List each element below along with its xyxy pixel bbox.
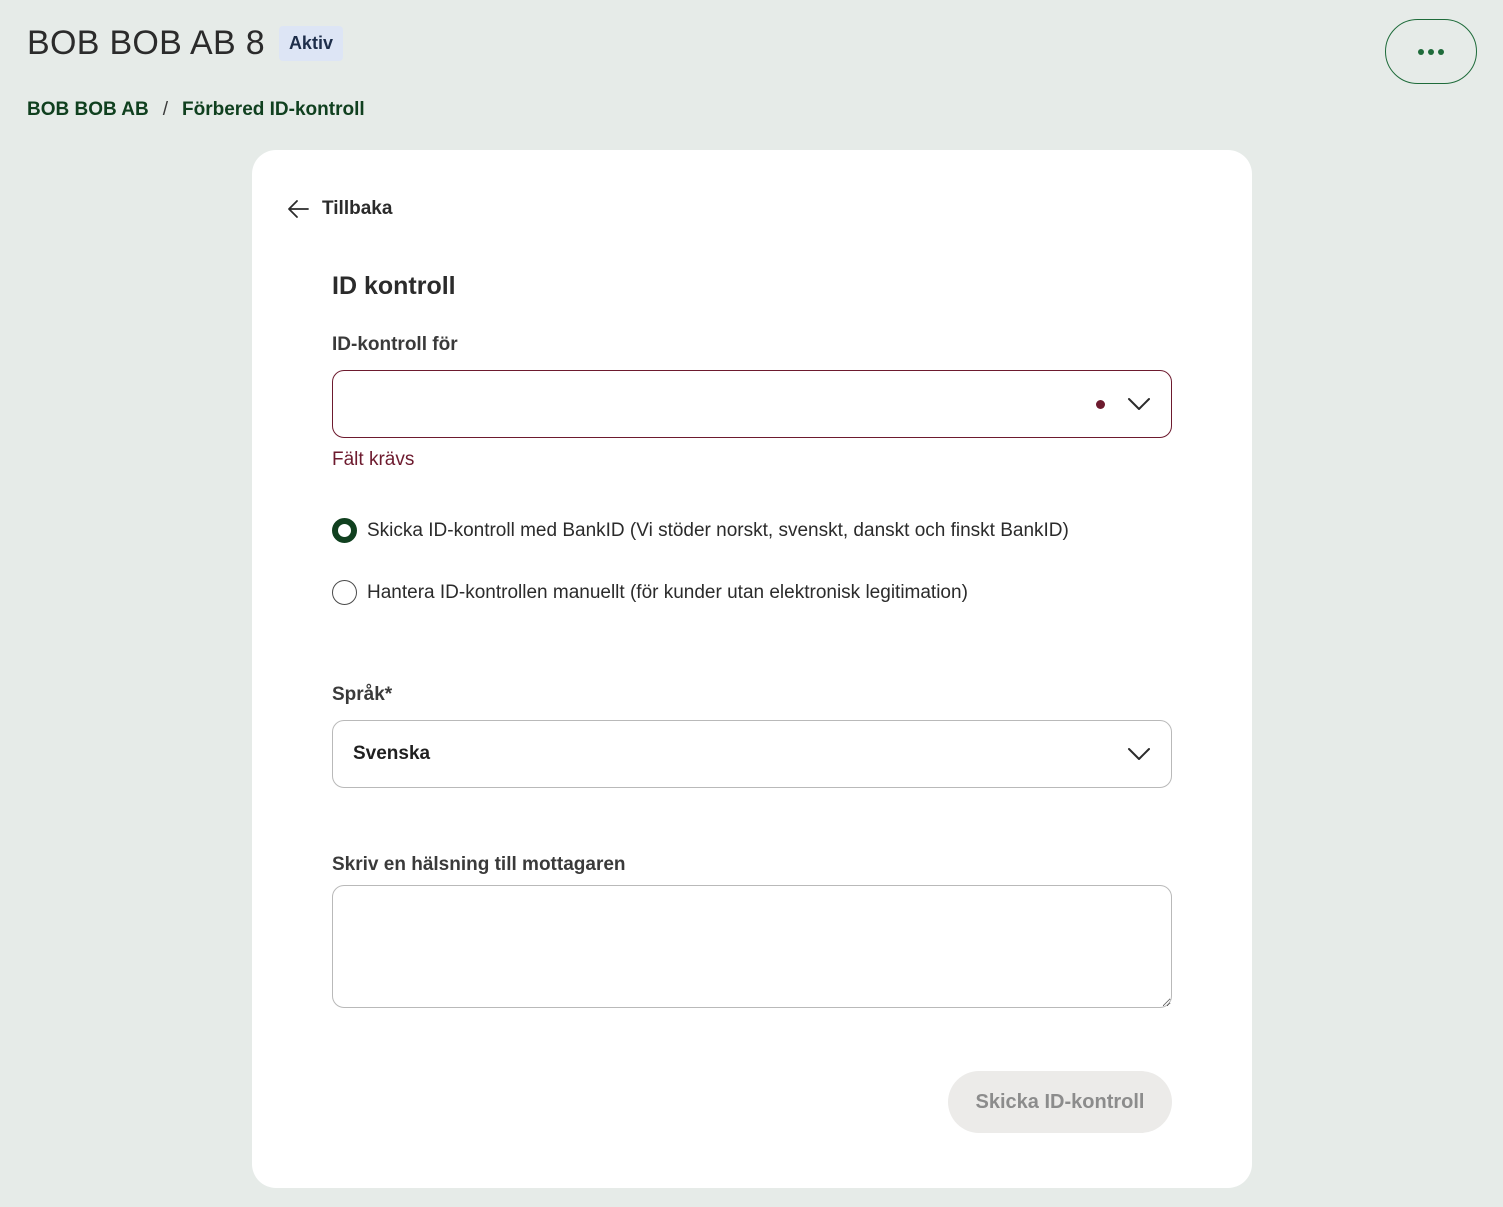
chevron-down-icon	[1127, 747, 1151, 761]
radio-button-unchecked[interactable]	[332, 580, 357, 605]
page-title: BOB BOB AB 8	[27, 24, 265, 62]
language-value: Svenska	[353, 743, 431, 764]
radio-option-bankid[interactable]: Skicka ID-kontroll med BankID (Vi stöder…	[332, 518, 1069, 543]
page-header: BOB BOB AB 8 Aktiv	[27, 24, 343, 63]
chevron-down-icon	[1127, 397, 1151, 411]
more-options-button[interactable]	[1385, 19, 1477, 84]
greeting-label: Skriv en hälsning till mottagaren	[332, 854, 626, 875]
status-badge: Aktiv	[278, 26, 343, 61]
breadcrumb-separator: /	[162, 99, 169, 120]
breadcrumb-item-company[interactable]: BOB BOB AB	[27, 99, 149, 121]
radio-label-manual: Hantera ID-kontrollen manuellt (för kund…	[367, 581, 968, 603]
id-for-select[interactable]	[332, 370, 1172, 438]
radio-label-bankid: Skicka ID-kontroll med BankID (Vi stöder…	[367, 519, 1069, 541]
back-link[interactable]: Tillbaka	[286, 198, 392, 220]
greeting-textarea[interactable]	[332, 885, 1172, 1008]
breadcrumb: BOB BOB AB / Förbered ID-kontroll	[27, 99, 365, 121]
id-for-error: Fält krävs	[332, 449, 415, 470]
language-select[interactable]: Svenska	[332, 720, 1172, 788]
error-indicator-icon	[1096, 399, 1105, 409]
submit-id-control-button[interactable]: Skicka ID-kontroll	[948, 1071, 1172, 1133]
radio-button-checked[interactable]	[332, 518, 357, 543]
back-label: Tillbaka	[322, 198, 393, 219]
id-control-card: Tillbaka ID kontroll ID-kontroll för Fäl…	[252, 150, 1252, 1188]
breadcrumb-item-current[interactable]: Förbered ID-kontroll	[182, 99, 365, 121]
more-horizontal-icon	[1418, 48, 1444, 55]
language-label: Språk*	[332, 684, 393, 705]
arrow-left-icon	[286, 199, 310, 219]
section-title: ID kontroll	[332, 272, 456, 300]
radio-option-manual[interactable]: Hantera ID-kontrollen manuellt (för kund…	[332, 580, 968, 605]
id-for-label: ID-kontroll för	[332, 334, 458, 355]
